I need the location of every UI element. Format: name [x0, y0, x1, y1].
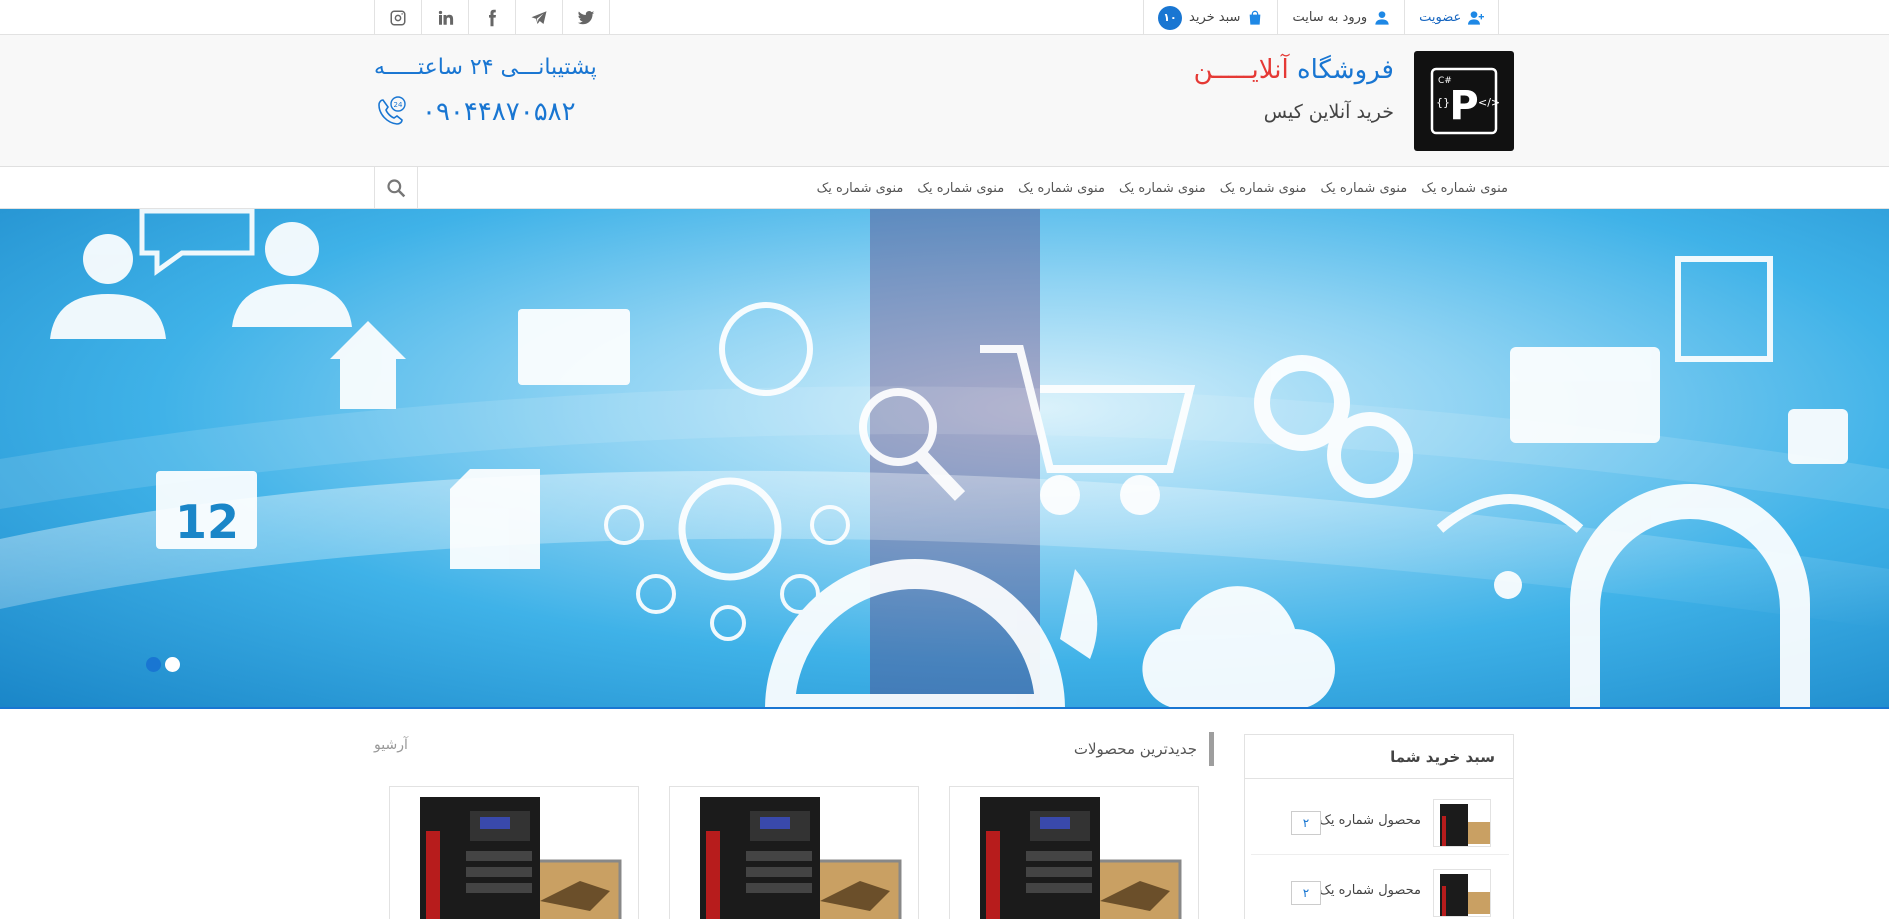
user-icon — [1375, 10, 1389, 25]
shop-title-part2: آنلایـــــن — [1193, 55, 1289, 85]
product-image — [420, 797, 622, 919]
shopping-bag-icon — [1250, 10, 1261, 25]
slider-dot[interactable] — [165, 657, 180, 672]
nav-item[interactable]: منوی شماره یک — [1213, 167, 1314, 209]
product-card[interactable] — [389, 786, 639, 919]
telegram-icon[interactable] — [516, 0, 563, 35]
svg-text:C#: C# — [1438, 76, 1452, 86]
main-nav: منوی شماره یک منوی شماره یک منوی شماره ی… — [0, 167, 1889, 209]
svg-text:{}: {} — [1436, 96, 1450, 109]
svg-text:</>: </> — [1478, 96, 1500, 109]
account-links: سبد خرید ۱۰ ورود به سایت عضویت — [1143, 0, 1500, 35]
slider-dot[interactable] — [146, 657, 161, 672]
slider-dots — [146, 657, 180, 672]
archive-link[interactable]: آرشیو — [374, 737, 408, 753]
social-links — [374, 0, 610, 35]
search-icon — [387, 179, 406, 198]
phone-number[interactable]: ۰۹۰۴۴۸۷۰۵۸۲ — [422, 97, 576, 127]
register-link[interactable]: عضویت — [1405, 0, 1500, 35]
cart-item[interactable]: محصول شماره یک ۲ — [1251, 861, 1509, 919]
cart-item[interactable]: محصول شماره یک ۲ — [1251, 791, 1509, 855]
linkedin-icon[interactable] — [422, 0, 469, 35]
shop-title: فروشگاه آنلایـــــن — [1194, 55, 1394, 85]
cart-link[interactable]: سبد خرید ۱۰ — [1144, 0, 1279, 35]
hero-banner-image: 12 — [0, 209, 1889, 707]
newest-products-title: جدیدترین محصولات — [1074, 732, 1214, 766]
shop-title-part1: فروشگاه — [1296, 55, 1394, 85]
shop-subtitle: خرید آنلاین کیس — [1263, 101, 1394, 123]
nav-item[interactable]: منوی شماره یک — [1112, 167, 1213, 209]
site-header: P C# {} </> فروشگاه آنلایـــــن خرید آنل… — [0, 35, 1889, 167]
nav-item[interactable]: منوی شماره یک — [1011, 167, 1112, 209]
user-plus-icon — [1468, 10, 1485, 25]
nav-menu: منوی شماره یک منوی شماره یک منوی شماره ی… — [810, 167, 1515, 209]
search-button[interactable] — [374, 167, 418, 209]
top-bar: سبد خرید ۱۰ ورود به سایت عضویت — [0, 0, 1889, 35]
twitter-icon[interactable] — [563, 0, 610, 35]
cart-item-qty[interactable]: ۲ — [1291, 811, 1321, 835]
product-image — [980, 797, 1182, 919]
svg-text:24: 24 — [394, 101, 403, 109]
product-image — [700, 797, 902, 919]
product-card[interactable] — [669, 786, 919, 919]
login-link[interactable]: ورود به سایت — [1278, 0, 1406, 35]
hero-slider[interactable]: 12 — [0, 209, 1889, 709]
nav-item[interactable]: منوی شماره یک — [910, 167, 1011, 209]
support-text: پشتیبانـــی ۲۴ ساعتـــــه — [374, 55, 597, 80]
phone-24h-icon: 24 — [378, 96, 406, 125]
login-link-label: ورود به سایت — [1292, 10, 1368, 25]
instagram-icon[interactable] — [375, 0, 422, 35]
register-link-label: عضویت — [1419, 10, 1462, 25]
nav-item[interactable]: منوی شماره یک — [810, 167, 911, 209]
cart-widget-title: سبد خرید شما — [1245, 735, 1513, 779]
nav-item[interactable]: منوی شماره یک — [1313, 167, 1414, 209]
site-logo[interactable]: P C# {} </> — [1414, 51, 1514, 151]
cart-item-thumb — [1433, 799, 1491, 847]
cart-item-thumb — [1433, 869, 1491, 917]
cart-item-qty[interactable]: ۲ — [1291, 881, 1321, 905]
svg-text:P: P — [1449, 83, 1478, 129]
product-card[interactable] — [949, 786, 1199, 919]
calendar-number: 12 — [175, 495, 239, 549]
cart-link-label: سبد خرید — [1189, 10, 1241, 25]
cart-count-badge: ۱۰ — [1158, 5, 1182, 30]
nav-item[interactable]: منوی شماره یک — [1414, 167, 1515, 209]
cart-item-name: محصول شماره یک — [1319, 883, 1421, 898]
cart-item-name: محصول شماره یک — [1319, 813, 1421, 828]
cart-widget: سبد خرید شما محصول شماره یک ۲ محصول شمار… — [1244, 734, 1514, 919]
facebook-icon[interactable] — [469, 0, 516, 35]
phone-contact: 24 ۰۹۰۴۴۸۷۰۵۸۲ — [374, 95, 576, 129]
